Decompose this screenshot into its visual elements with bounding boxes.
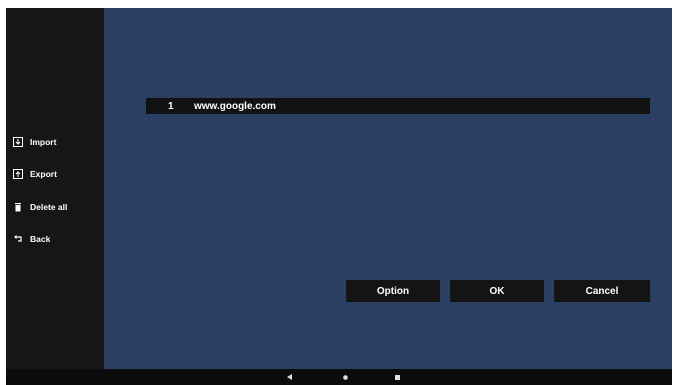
sidebar-item-export[interactable]: Export xyxy=(12,165,57,183)
import-icon xyxy=(12,136,24,148)
ok-button[interactable]: OK xyxy=(450,280,544,302)
export-icon xyxy=(12,168,24,180)
home-nav-icon[interactable] xyxy=(340,372,350,382)
recents-nav-icon[interactable] xyxy=(392,372,402,382)
sidebar-item-delete-all[interactable]: Delete all xyxy=(12,198,67,216)
main-content: 1 www.google.com Option OK Cancel xyxy=(104,8,672,369)
sidebar-item-label: Back xyxy=(30,234,51,244)
cancel-button[interactable]: Cancel xyxy=(554,280,650,302)
option-button[interactable]: Option xyxy=(346,280,440,302)
trash-icon xyxy=(12,201,24,213)
list-item-index: 1 xyxy=(168,100,174,112)
back-nav-icon[interactable] xyxy=(285,372,295,382)
back-arrow-icon xyxy=(12,233,24,245)
app-screen: Import Export Delete all Back 1 www.goog… xyxy=(6,8,672,385)
system-navigation-bar xyxy=(6,369,672,385)
sidebar-item-back[interactable]: Back xyxy=(12,230,50,248)
sidebar-item-label: Export xyxy=(30,169,57,179)
list-item-url: www.google.com xyxy=(194,100,276,112)
sidebar-item-label: Delete all xyxy=(30,202,68,212)
list-item[interactable]: 1 www.google.com xyxy=(146,98,650,114)
sidebar-item-import[interactable]: Import xyxy=(12,133,56,151)
sidebar: Import Export Delete all Back xyxy=(6,8,104,369)
sidebar-item-label: Import xyxy=(30,137,57,147)
